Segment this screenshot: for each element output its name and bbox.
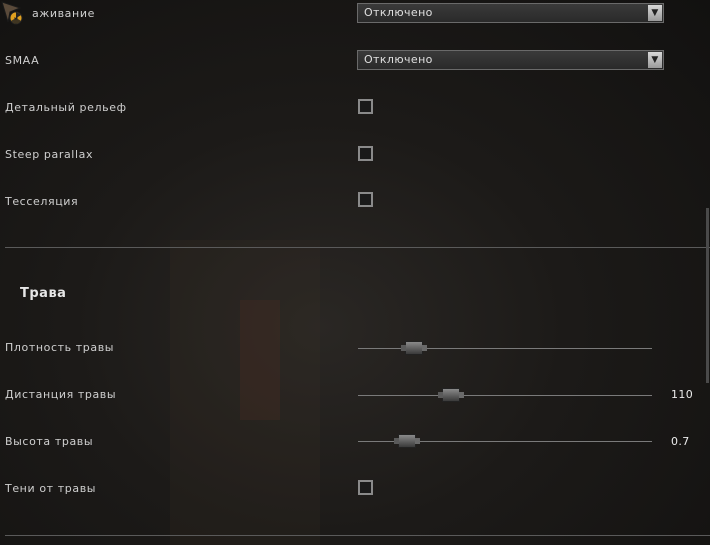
detail-relief-label: Детальный рельеф <box>5 101 127 114</box>
antialiasing-select[interactable]: Отключено ▼ <box>357 3 664 23</box>
grass-distance-slider-thumb[interactable] <box>438 388 464 402</box>
grass-distance-slider[interactable] <box>358 395 652 396</box>
grass-section-title: Трава <box>20 286 67 301</box>
steep-parallax-checkbox[interactable] <box>358 146 373 161</box>
grass-density-label: Плотность травы <box>5 341 115 354</box>
antialiasing-select-value: Отключено <box>364 6 433 19</box>
grass-height-slider-thumb[interactable] <box>394 434 420 448</box>
tessellation-checkbox[interactable] <box>358 192 373 207</box>
smaa-select-value: Отключено <box>364 53 433 66</box>
steep-parallax-label: Steep parallax <box>5 148 94 161</box>
grass-distance-value: 110 <box>671 388 694 401</box>
smaa-select[interactable]: Отключено ▼ <box>357 50 664 70</box>
detail-relief-checkbox[interactable] <box>358 99 373 114</box>
grass-height-label: Высота травы <box>5 435 94 448</box>
section-divider <box>5 535 710 536</box>
smaa-label: SMAA <box>5 54 40 67</box>
background-decoration <box>240 300 280 420</box>
radiation-cursor-icon <box>0 0 28 28</box>
grass-density-slider-thumb[interactable] <box>401 341 427 355</box>
grass-height-value: 0.7 <box>671 435 690 448</box>
grass-distance-label: Дистанция травы <box>5 388 117 401</box>
chevron-down-icon[interactable]: ▼ <box>648 5 662 21</box>
chevron-down-icon[interactable]: ▼ <box>648 52 662 68</box>
grass-shadows-label: Тени от травы <box>5 482 97 495</box>
grass-shadows-checkbox[interactable] <box>358 480 373 495</box>
antialiasing-label: аживание <box>32 7 95 20</box>
tessellation-label: Тесселяция <box>5 195 79 208</box>
scrollbar[interactable] <box>706 208 709 383</box>
section-divider <box>5 247 710 248</box>
